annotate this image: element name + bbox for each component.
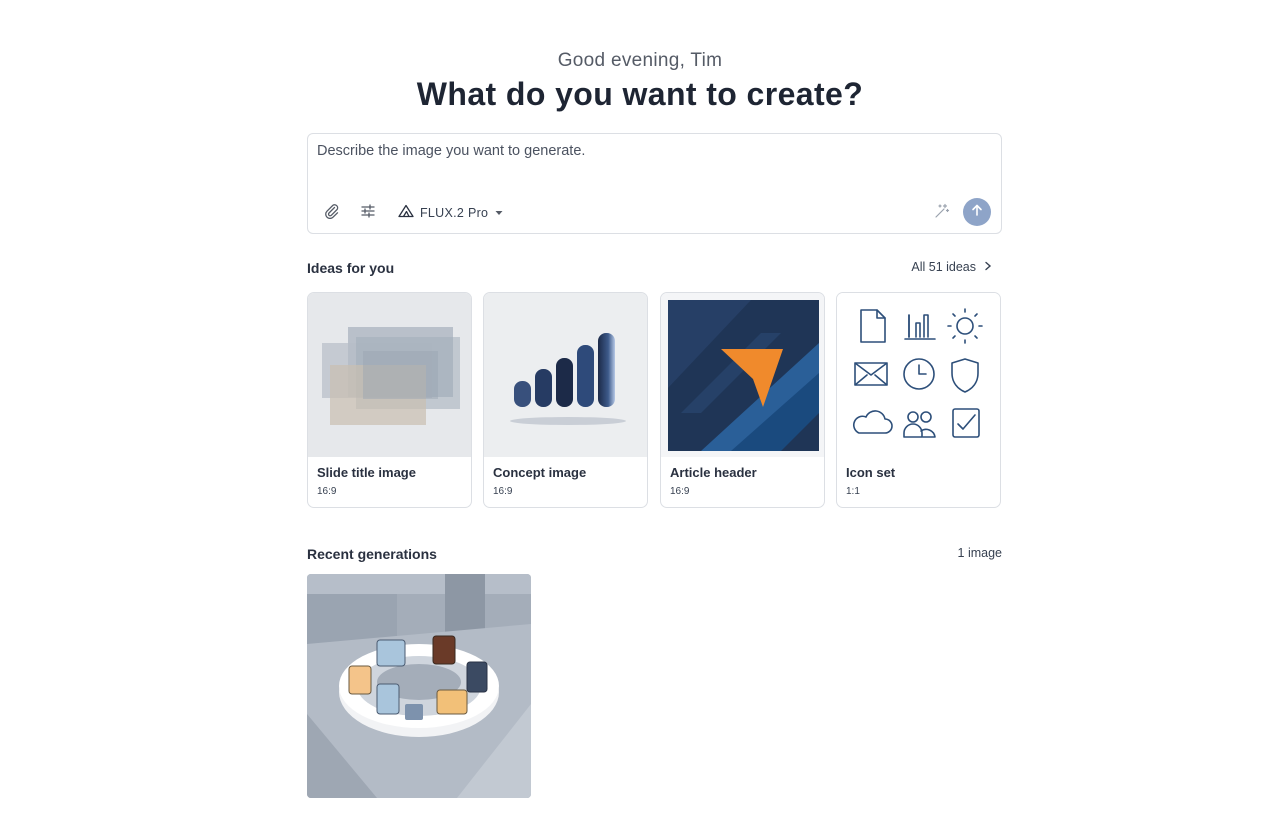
all-ideas-label: All 51 ideas <box>911 260 976 274</box>
slide-title-thumbnail <box>308 293 471 457</box>
generate-button[interactable] <box>963 198 991 226</box>
recent-heading: Recent generations <box>307 546 437 562</box>
attach-button[interactable] <box>319 200 345 226</box>
card-title: Concept image <box>493 465 587 480</box>
model-label: FLUX.2 Pro <box>420 206 489 220</box>
ideas-heading: Ideas for you <box>307 260 395 276</box>
icon-set-thumbnail <box>837 293 1000 457</box>
chevron-right-icon <box>984 260 992 274</box>
card-title: Slide title image <box>317 465 416 480</box>
card-ratio: 16:9 <box>317 486 337 497</box>
page-headline: What do you want to create? <box>416 76 864 112</box>
card-ratio: 16:9 <box>670 486 690 497</box>
recent-count: 1 image <box>957 546 1002 560</box>
card-title: Icon set <box>846 465 896 480</box>
enhance-prompt-button[interactable] <box>929 200 955 226</box>
settings-button[interactable] <box>355 200 381 226</box>
all-ideas-link[interactable]: All 51 ideas <box>911 260 992 274</box>
prompt-input[interactable] <box>317 143 987 183</box>
card-title: Article header <box>670 465 757 480</box>
prompt-composer: FLUX.2 Pro <box>307 133 1002 234</box>
card-ratio: 1:1 <box>846 486 860 497</box>
model-selector[interactable]: FLUX.2 Pro <box>392 199 510 227</box>
chevron-down-icon <box>494 204 504 222</box>
recent-generation-thumbnail[interactable] <box>307 574 531 798</box>
article-header-thumbnail <box>661 293 824 457</box>
greeting-text: Good evening, Tim <box>557 50 723 71</box>
concept-thumbnail <box>484 293 647 457</box>
idea-card-icon-set[interactable]: Icon set 1:1 <box>836 292 1001 508</box>
model-triangle-icon <box>398 204 414 223</box>
arrow-up-icon <box>971 203 983 221</box>
card-ratio: 16:9 <box>493 486 513 497</box>
idea-card-slide-title[interactable]: Slide title image 16:9 <box>307 292 472 508</box>
sliders-icon <box>360 203 376 224</box>
idea-card-article-header[interactable]: Article header 16:9 <box>660 292 825 508</box>
magic-wand-icon <box>934 203 950 224</box>
paperclip-icon <box>324 203 340 224</box>
idea-card-concept[interactable]: Concept image 16:9 <box>483 292 648 508</box>
